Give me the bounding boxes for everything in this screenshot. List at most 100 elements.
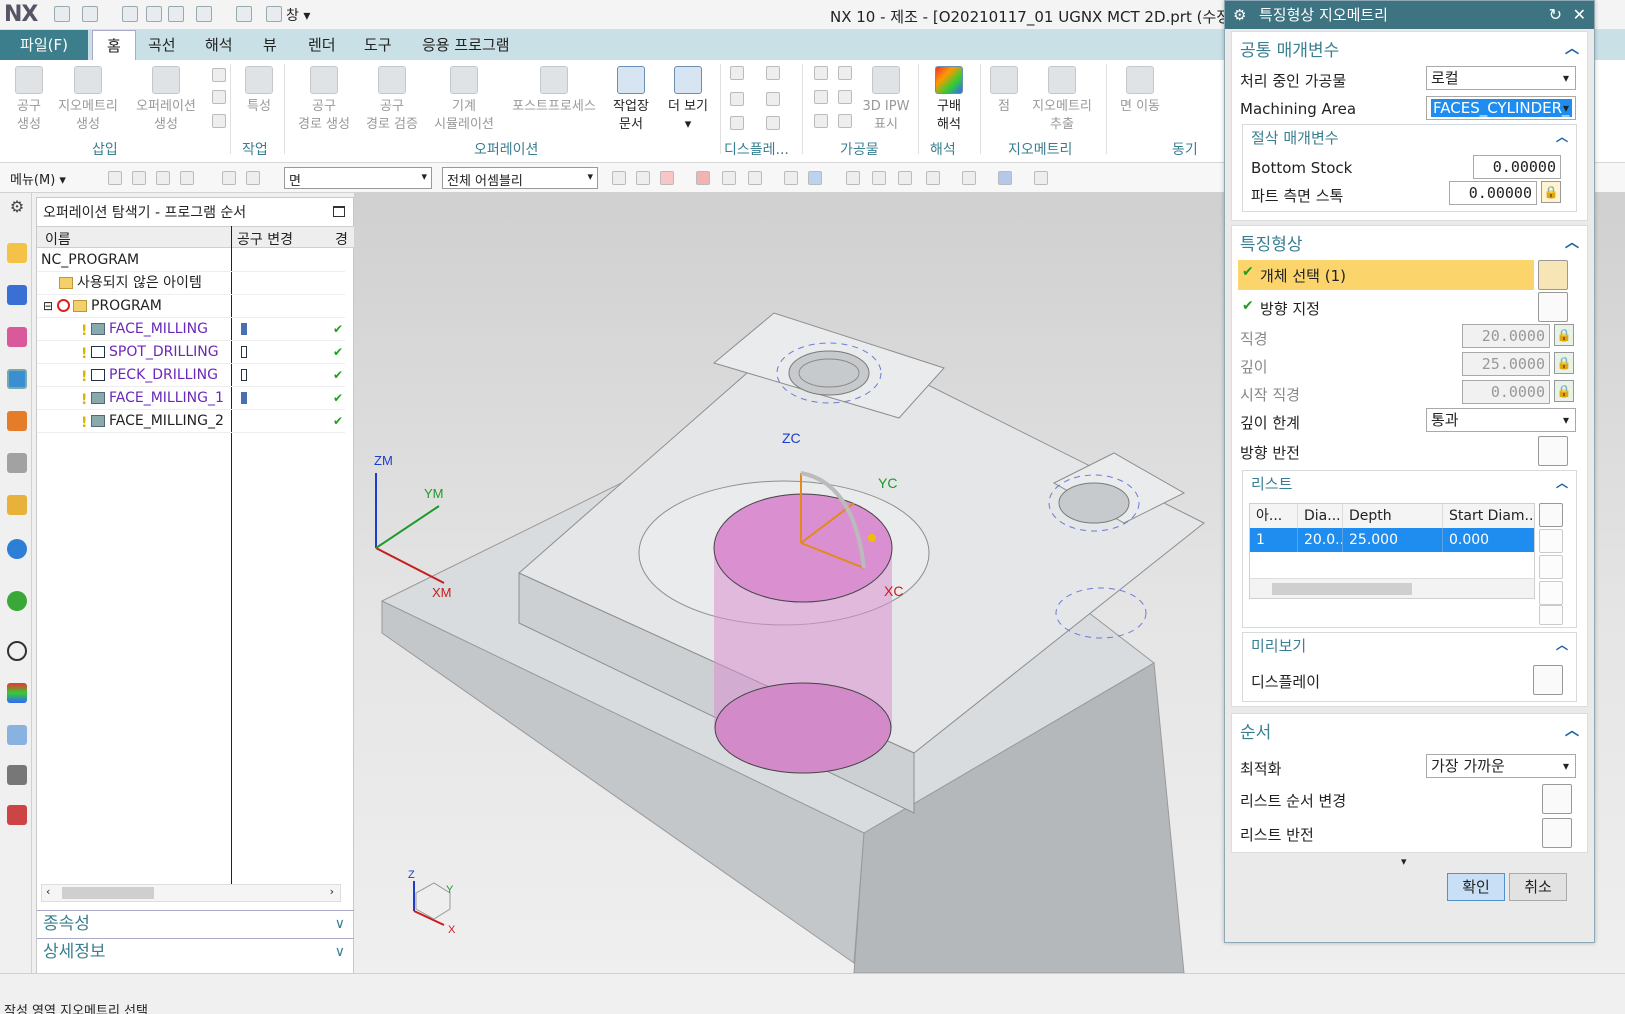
view-tool-icon[interactable] (962, 171, 976, 185)
create-geometry-button[interactable]: 지오메트리 생성 (52, 66, 124, 134)
view-tool-icon[interactable] (898, 171, 912, 185)
collapse-icon[interactable]: ⊟ (43, 295, 53, 317)
snap-icon[interactable] (156, 171, 170, 185)
snap-icon[interactable] (246, 171, 260, 185)
scroll-right-icon[interactable]: › (330, 885, 334, 898)
tab-home[interactable]: 홈 (92, 30, 136, 60)
start-diameter-input[interactable]: 0.0000 (1462, 380, 1550, 404)
column-header-name[interactable]: 이름 (45, 229, 71, 249)
selection-tool-icon[interactable] (696, 171, 710, 185)
horizontal-scrollbar[interactable]: ‹ › (41, 884, 341, 902)
select-object-row[interactable]: ✔ 개체 선택 (1) (1238, 260, 1534, 290)
display-icon[interactable] (730, 66, 744, 80)
task-navigator-icon[interactable] (7, 805, 27, 825)
group-insert-label[interactable]: 삽입 (92, 139, 118, 159)
verify-toolpath-button[interactable]: 공구 경로 검증 (360, 66, 424, 134)
display-icon[interactable] (730, 92, 744, 106)
display-icon[interactable] (766, 116, 780, 130)
list-column-header[interactable]: 아... (1250, 504, 1298, 528)
rotation-handle[interactable] (868, 534, 876, 542)
scope-select[interactable]: 전체 어셈블리 (442, 167, 598, 189)
specify-direction-button[interactable] (1538, 292, 1568, 322)
list-column-header[interactable]: Depth (1343, 504, 1443, 528)
move-bottom-icon[interactable] (1539, 605, 1563, 625)
view-tool-icon[interactable] (1034, 171, 1048, 185)
chevron-up-icon[interactable]: ︿ (1556, 474, 1568, 491)
selection-tool-icon[interactable] (722, 171, 736, 185)
generate-toolpath-button[interactable]: 공구 경로 생성 (292, 66, 356, 134)
list-cell[interactable]: 1 (1250, 528, 1298, 552)
group-geometry-label[interactable]: 지오메트리 (1008, 139, 1072, 159)
chevron-up-icon[interactable]: ︿ (1556, 128, 1568, 145)
list-cell[interactable]: 0.000 (1443, 528, 1534, 552)
tab-render[interactable]: 렌더 (308, 30, 336, 60)
bottom-stock-input[interactable]: 0.00000 (1473, 155, 1561, 179)
snap-icon[interactable] (222, 171, 236, 185)
paste-icon[interactable] (168, 6, 184, 22)
selection-tool-icon[interactable] (808, 171, 822, 185)
group-work-label[interactable]: 작업 (242, 139, 268, 159)
info-icon[interactable] (7, 539, 27, 559)
extract-geometry-button[interactable]: 지오메트리 추출 (1026, 66, 1098, 134)
reset-icon[interactable]: ↻ (1549, 1, 1562, 29)
lock-icon[interactable]: 🔒 (1541, 181, 1561, 203)
tree-row-program[interactable]: ⊟ PROGRAM (37, 295, 345, 318)
tab-curve[interactable]: 곡선 (148, 30, 176, 60)
workpiece-icon[interactable] (814, 66, 828, 80)
view-tool-icon[interactable] (998, 171, 1012, 185)
workpiece-icon[interactable] (838, 114, 852, 128)
reverse-direction-button[interactable] (1538, 436, 1568, 466)
constraint-navigator-icon[interactable] (7, 285, 27, 305)
feature-list-table[interactable]: 아... Dia... Depth Start Diam... 1 20.0..… (1249, 503, 1535, 599)
selection-tool-icon[interactable] (636, 171, 650, 185)
repeat-command-icon[interactable] (196, 6, 212, 22)
save-icon[interactable] (54, 6, 70, 22)
chevron-up-icon[interactable]: ︿ (1565, 232, 1579, 252)
workpiece-icon[interactable] (838, 90, 852, 104)
snap-icon[interactable] (132, 171, 146, 185)
copy-icon[interactable] (146, 6, 162, 22)
lock-icon[interactable]: 🔒 (1554, 380, 1574, 402)
scroll-left-icon[interactable]: ‹ (46, 885, 50, 898)
tree-row-face-milling[interactable]: ! FACE_MILLING ✔ (37, 318, 345, 341)
part-side-stock-input[interactable]: 0.00000 (1449, 181, 1537, 205)
point-button[interactable]: 점 (988, 66, 1020, 116)
close-icon[interactable]: ✕ (1573, 1, 1586, 29)
dialog-titlebar[interactable]: ⚙ 특징형상 지오메트리 ↻ ✕ (1225, 1, 1594, 29)
operation-navigator-icon[interactable] (7, 369, 27, 389)
more-options-icon[interactable]: ▾ (1401, 855, 1407, 868)
ok-button[interactable]: 확인 (1447, 873, 1505, 901)
group-display-label[interactable]: 디스플레... (724, 139, 789, 159)
move-up-icon[interactable] (1539, 555, 1563, 579)
small-insert-icon[interactable] (212, 90, 226, 104)
machine-tool-navigator-icon[interactable] (7, 411, 27, 431)
tree-row-peck-drilling[interactable]: ! PECK_DRILLING ✔ (37, 364, 345, 387)
view-tool-icon[interactable] (846, 171, 860, 185)
details-panel[interactable]: 상세정보 ∨ (37, 938, 355, 964)
depth-limit-select[interactable]: 통과 (1426, 408, 1576, 432)
workpiece-icon[interactable] (814, 114, 828, 128)
window-icon[interactable] (266, 6, 282, 22)
selection-tool-icon[interactable] (660, 171, 674, 185)
create-tool-button[interactable]: 공구 생성 (8, 66, 50, 134)
chevron-up-icon[interactable]: ︿ (1565, 38, 1579, 58)
shop-doc-button[interactable]: 작업장 문서 (606, 66, 656, 134)
machining-area-select[interactable]: FACES_CYLINDER_ (1426, 96, 1576, 120)
group-workpiece-label[interactable]: 가공물 (840, 139, 879, 159)
group-sync-label[interactable]: 동기 (1172, 139, 1198, 159)
snap-icon[interactable] (108, 171, 122, 185)
tab-analysis[interactable]: 해석 (205, 30, 233, 60)
window-menu[interactable]: 창 ▾ (286, 5, 310, 25)
display-icon[interactable] (766, 92, 780, 106)
list-horizontal-scrollbar[interactable] (1250, 578, 1534, 598)
snap-icon[interactable] (180, 171, 194, 185)
maximize-icon[interactable] (333, 206, 345, 217)
more-view-button[interactable]: 더 보기 ▾ (662, 66, 714, 134)
machine-simulation-button[interactable]: 기계 시뮬레이션 (428, 66, 500, 134)
web-browser-icon[interactable] (7, 591, 27, 611)
workpiece-icon[interactable] (838, 66, 852, 80)
tab-view[interactable]: 뷰 (263, 30, 277, 60)
column-header-extra[interactable]: 경 (335, 229, 348, 249)
list-cell[interactable]: 25.000 (1343, 528, 1443, 552)
depth-input[interactable]: 25.0000 (1462, 352, 1550, 376)
